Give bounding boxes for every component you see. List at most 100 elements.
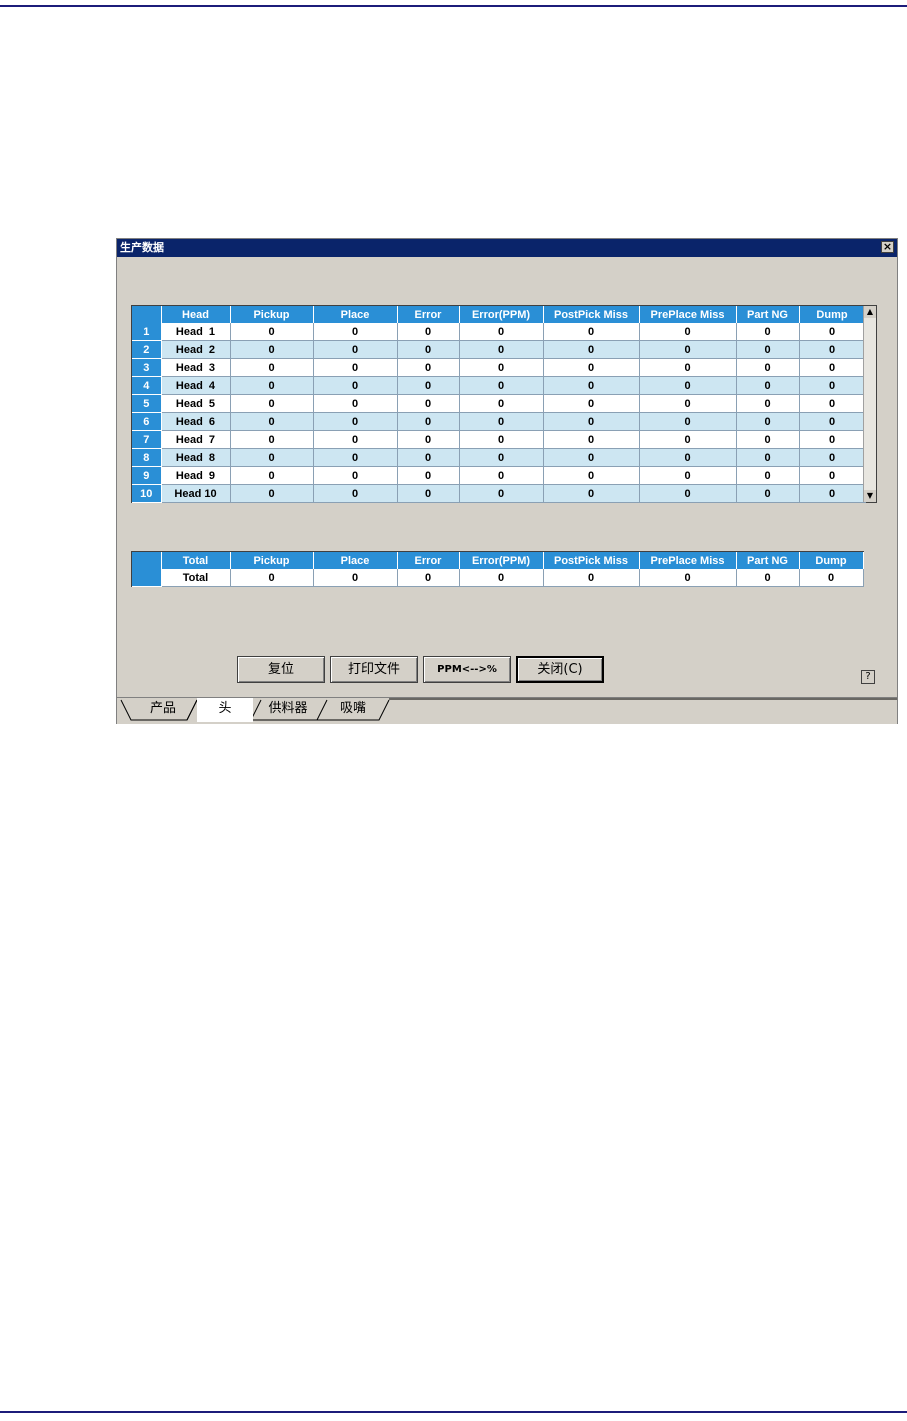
data-cell[interactable]: 0	[459, 448, 544, 467]
data-cell[interactable]: 0	[459, 569, 544, 587]
data-cell[interactable]: 0	[230, 340, 314, 359]
data-cell[interactable]: 0	[799, 394, 866, 413]
row-number[interactable]: 5	[132, 394, 162, 413]
data-cell[interactable]: 0	[459, 412, 544, 431]
row-name-cell[interactable]: Head 1	[161, 323, 231, 341]
table-row[interactable]: 9 Head 900000000	[132, 466, 866, 485]
data-cell[interactable]: 0	[230, 412, 314, 431]
data-cell[interactable]: 0	[313, 323, 398, 341]
data-cell[interactable]: 0	[230, 358, 314, 377]
data-cell[interactable]: 0	[459, 484, 544, 503]
data-cell[interactable]: 0	[799, 448, 866, 467]
data-cell[interactable]: 0	[397, 448, 460, 467]
data-cell[interactable]: 0	[459, 340, 544, 359]
data-cell[interactable]: 0	[459, 376, 544, 395]
head-grid-scrollbar[interactable]: ▲ ▼	[863, 306, 876, 502]
row-number[interactable]: 10	[132, 484, 162, 503]
data-cell[interactable]: 0	[639, 448, 737, 467]
data-cell[interactable]: 0	[230, 466, 314, 485]
head-grid-col-header[interactable]: Dump	[799, 306, 866, 323]
row-number[interactable]: 4	[132, 376, 162, 395]
help-icon[interactable]: ?	[861, 670, 875, 684]
total-grid-col-header[interactable]: Error(PPM)	[459, 552, 544, 569]
head-grid-col-header[interactable]: Part NG	[736, 306, 800, 323]
head-grid-col-header[interactable]: Head	[161, 306, 231, 323]
print-button[interactable]: 打印文件	[330, 656, 418, 683]
scroll-down-icon[interactable]: ▼	[864, 490, 876, 502]
data-cell[interactable]: 0	[230, 376, 314, 395]
data-cell[interactable]: 0	[639, 430, 737, 449]
row-name-cell[interactable]: Head 9	[161, 466, 231, 485]
data-cell[interactable]: 0	[230, 394, 314, 413]
data-cell[interactable]: 0	[397, 569, 460, 587]
data-cell[interactable]: 0	[639, 466, 737, 485]
data-cell[interactable]: 0	[397, 484, 460, 503]
data-cell[interactable]: 0	[397, 358, 460, 377]
data-cell[interactable]: 0	[736, 358, 800, 377]
total-grid-col-header[interactable]: Part NG	[736, 552, 800, 569]
data-cell[interactable]: 0	[313, 412, 398, 431]
scroll-up-icon[interactable]: ▲	[864, 306, 876, 318]
data-cell[interactable]: 0	[459, 430, 544, 449]
row-number[interactable]	[132, 569, 162, 587]
row-number[interactable]: 3	[132, 358, 162, 377]
data-cell[interactable]: 0	[736, 412, 800, 431]
data-cell[interactable]: 0	[799, 412, 866, 431]
row-name-cell[interactable]: Head 5	[161, 394, 231, 413]
data-cell[interactable]: 0	[799, 430, 866, 449]
data-cell[interactable]: 0	[459, 466, 544, 485]
data-cell[interactable]: 0	[543, 340, 640, 359]
head-grid-col-header[interactable]: PrePlace Miss	[639, 306, 737, 323]
data-cell[interactable]: 0	[230, 448, 314, 467]
data-cell[interactable]: 0	[736, 323, 800, 341]
tab-product[interactable]: 产品	[135, 698, 191, 722]
table-row[interactable]: 10 Head 10 0 0 0 0 0 0 0 0	[132, 484, 866, 503]
row-name-cell[interactable]: Head 7	[161, 430, 231, 449]
row-number[interactable]: 7	[132, 430, 162, 449]
data-cell[interactable]: 0	[639, 323, 737, 341]
data-cell[interactable]: 0	[736, 448, 800, 467]
table-row[interactable]: 6 Head 600000000	[132, 412, 866, 431]
data-cell[interactable]: 0	[736, 484, 800, 503]
data-cell[interactable]: 0	[639, 484, 737, 503]
data-cell[interactable]: 0	[313, 484, 398, 503]
data-cell[interactable]: 0	[397, 430, 460, 449]
data-cell[interactable]: 0	[230, 484, 314, 503]
row-name-cell[interactable]: Head 3	[161, 358, 231, 377]
data-cell[interactable]: 0	[459, 323, 544, 341]
data-cell[interactable]: 0	[799, 484, 866, 503]
table-row[interactable]: 3 Head 300000000	[132, 358, 866, 377]
table-row[interactable]: 7 Head 700000000	[132, 430, 866, 449]
total-grid-col-header[interactable]: PostPick Miss	[543, 552, 640, 569]
data-cell[interactable]: 0	[736, 376, 800, 395]
data-cell[interactable]: 0	[543, 448, 640, 467]
data-cell[interactable]: 0	[230, 430, 314, 449]
data-cell[interactable]: 0	[459, 358, 544, 377]
row-number[interactable]: 2	[132, 340, 162, 359]
data-cell[interactable]: 0	[736, 430, 800, 449]
data-cell[interactable]: 0	[230, 323, 314, 341]
data-cell[interactable]: 0	[313, 358, 398, 377]
data-cell[interactable]: 0	[543, 484, 640, 503]
table-row[interactable]: 1 Head 100000000	[132, 323, 866, 341]
head-grid-col-header[interactable]: Pickup	[230, 306, 314, 323]
data-cell[interactable]: 0	[639, 569, 737, 587]
data-cell[interactable]: 0	[543, 412, 640, 431]
ppm-toggle-button[interactable]: PPM<-->%	[423, 656, 511, 683]
data-cell[interactable]: 0	[736, 466, 800, 485]
tab-nozzle[interactable]: 吸嘴	[323, 698, 383, 722]
head-grid-col-header[interactable]	[132, 306, 162, 323]
data-cell[interactable]: 0	[313, 430, 398, 449]
data-cell[interactable]: 0	[799, 340, 866, 359]
table-row[interactable]: Total 0 0 0 0 0 0 0 0	[132, 569, 864, 587]
data-cell[interactable]: 0	[230, 569, 314, 587]
data-cell[interactable]: 0	[397, 466, 460, 485]
data-cell[interactable]: 0	[639, 340, 737, 359]
data-cell[interactable]: 0	[543, 466, 640, 485]
data-cell[interactable]: 0	[736, 340, 800, 359]
data-cell[interactable]: 0	[313, 340, 398, 359]
data-cell[interactable]: 0	[543, 376, 640, 395]
row-number[interactable]: 6	[132, 412, 162, 431]
data-cell[interactable]: 0	[313, 376, 398, 395]
tab-head[interactable]: 头	[197, 698, 253, 722]
